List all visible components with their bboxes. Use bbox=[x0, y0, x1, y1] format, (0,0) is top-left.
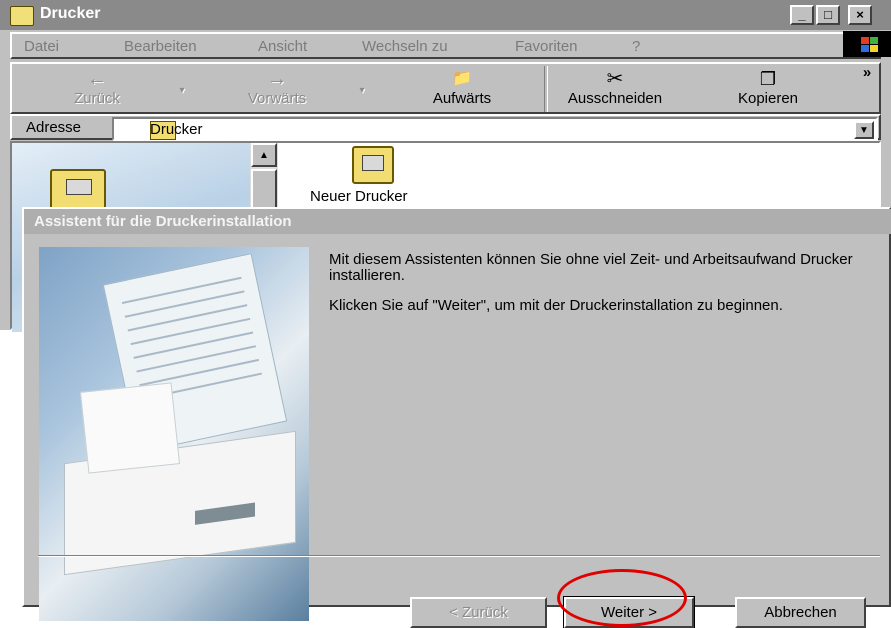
scissors-icon: ✂ bbox=[606, 68, 624, 90]
windows-logo-icon bbox=[843, 31, 891, 57]
toolbar-separator bbox=[544, 66, 548, 112]
add-printer-label[interactable]: Neuer Drucker bbox=[310, 188, 408, 205]
copy-button[interactable]: ❐ Kopieren bbox=[718, 64, 818, 114]
menu-bearbeiten[interactable]: Bearbeiten bbox=[124, 38, 197, 55]
address-value: Drucker bbox=[150, 121, 203, 138]
menu-datei[interactable]: Datei bbox=[24, 38, 59, 55]
menu-bar: Datei Bearbeiten Ansicht Wechseln zu Fav… bbox=[10, 32, 881, 59]
wizard-text: Mit diesem Assistenten können Sie ohne v… bbox=[329, 252, 869, 328]
back-dropdown[interactable]: ▾ bbox=[172, 64, 192, 114]
address-dropdown-button[interactable]: ▼ bbox=[854, 121, 874, 139]
back-button[interactable]: ← Zurück bbox=[52, 64, 142, 114]
back-arrow-icon: ← bbox=[87, 68, 107, 90]
menu-wechseln-zu[interactable]: Wechseln zu bbox=[362, 38, 448, 55]
menu-help[interactable]: ? bbox=[632, 38, 640, 55]
up-button[interactable]: 📁 Aufwärts bbox=[412, 64, 512, 114]
address-label: Adresse bbox=[26, 119, 82, 136]
wizard-separator bbox=[38, 555, 880, 557]
wizard-intro-text: Mit diesem Assistenten können Sie ohne v… bbox=[329, 251, 853, 284]
toolbar: ← Zurück ▾ → Vorwärts ▾ 📁 Aufwärts ✂ Aus… bbox=[10, 62, 881, 114]
wizard-title-bar[interactable]: Assistent für die Druckerinstallation bbox=[24, 209, 891, 234]
highlight-circle-annotation bbox=[557, 569, 687, 627]
minimize-button[interactable]: _ bbox=[790, 5, 814, 25]
address-bar: Adresse Drucker ▼ bbox=[10, 114, 881, 141]
copy-icon: ❐ bbox=[759, 69, 777, 89]
folder-up-icon: 📁 bbox=[452, 70, 472, 87]
forward-arrow-icon: → bbox=[267, 68, 287, 90]
printer-wizard-dialog: Assistent für die Druckerinstallation Mi… bbox=[22, 207, 891, 628]
chevron-down-icon: ▾ bbox=[179, 85, 185, 96]
maximize-button[interactable]: □ bbox=[816, 5, 840, 25]
scroll-up-button[interactable]: ▲ bbox=[251, 143, 277, 167]
wizard-printer-image bbox=[39, 247, 309, 621]
cut-button[interactable]: ✂ Ausschneiden bbox=[550, 64, 680, 114]
back-button[interactable]: < Zurück bbox=[410, 597, 547, 628]
close-button[interactable]: × bbox=[848, 5, 872, 25]
address-field[interactable]: Drucker ▼ bbox=[112, 117, 878, 141]
wizard-instruction-text: Klicken Sie auf "Weiter", um mit der Dru… bbox=[329, 297, 783, 314]
cancel-button[interactable]: Abbrechen bbox=[735, 597, 866, 628]
title-bar[interactable]: Drucker _ □ × bbox=[0, 0, 891, 30]
printer-folder-icon bbox=[50, 169, 106, 211]
menu-favoriten[interactable]: Favoriten bbox=[515, 38, 578, 55]
chevron-down-icon: ▾ bbox=[359, 85, 365, 96]
forward-dropdown[interactable]: ▾ bbox=[352, 64, 372, 114]
wizard-title: Assistent für die Druckerinstallation bbox=[34, 213, 292, 230]
menu-ansicht[interactable]: Ansicht bbox=[258, 38, 307, 55]
scroll-thumb[interactable] bbox=[251, 169, 277, 209]
toolbar-overflow-button[interactable]: » bbox=[857, 64, 877, 114]
forward-button[interactable]: → Vorwärts bbox=[227, 64, 327, 114]
window-title: Drucker bbox=[40, 5, 101, 22]
add-printer-icon[interactable] bbox=[352, 146, 394, 184]
printer-folder-icon bbox=[10, 6, 34, 26]
